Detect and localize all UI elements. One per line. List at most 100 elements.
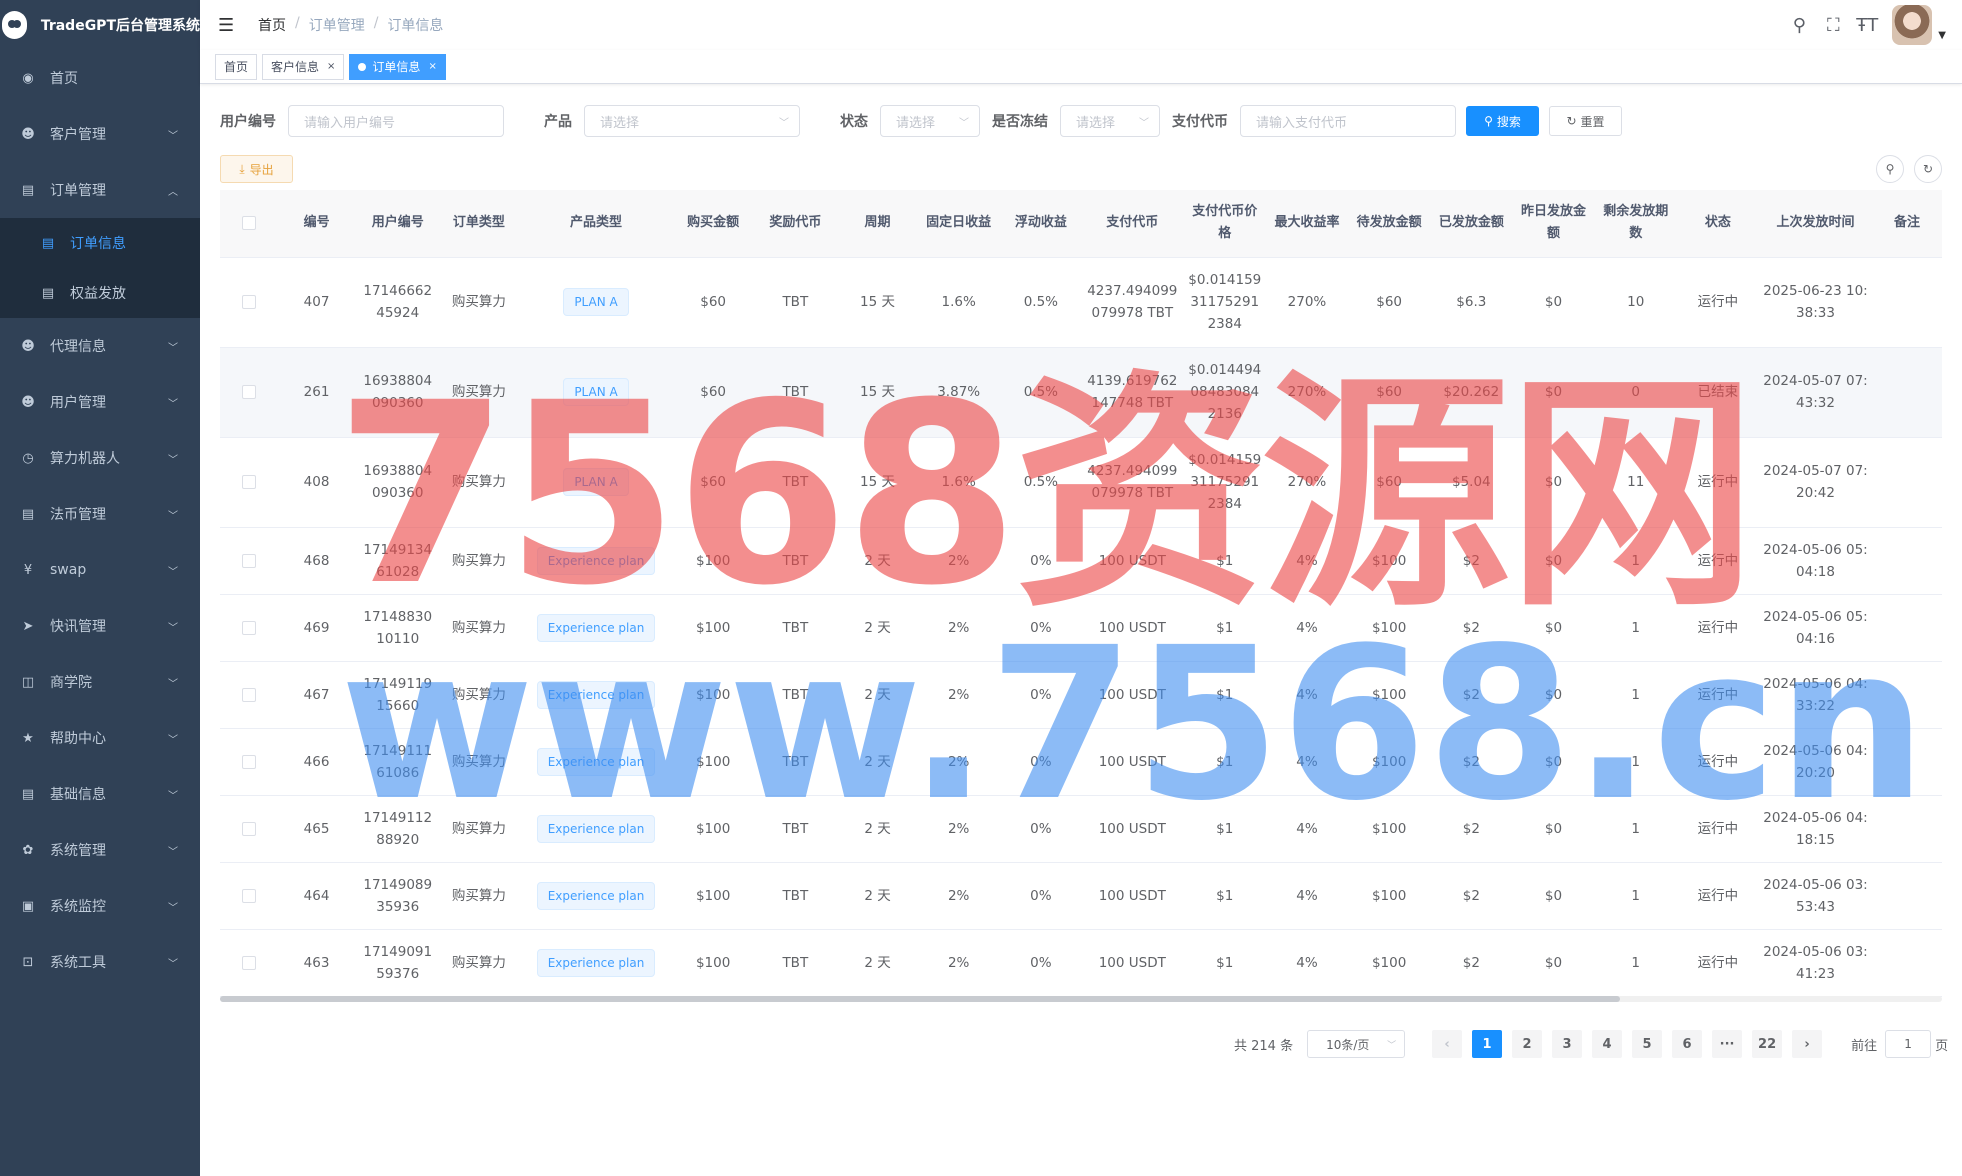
table-row[interactable]: 408 16938804090360 购买算力 PLAN A $60 TBT 15 天 1.6… bbox=[220, 437, 1942, 528]
fullscreen-icon[interactable]: ⛶ bbox=[1816, 15, 1850, 36]
row-checkbox[interactable] bbox=[241, 295, 256, 309]
placeholder: 请选择 bbox=[600, 115, 640, 131]
page-number-button[interactable]: 2 bbox=[1512, 1030, 1543, 1058]
table-row[interactable]: 465 1714911288920 购买算力 Experience plan $100 T… bbox=[220, 795, 1942, 863]
page-number-button[interactable]: 1 bbox=[1472, 1030, 1503, 1058]
breadcrumb-item[interactable]: 首页 bbox=[258, 15, 286, 35]
pagination: 共 214 条 10条/页 ﹀ ‹ 1 2 3 4 5 6 ··· 22 › 前往 1 页 bbox=[1234, 1030, 1948, 1058]
table-cell: 4% bbox=[1265, 527, 1349, 595]
sidebar-item-label: 商学院 bbox=[50, 675, 92, 691]
select-all-checkbox[interactable] bbox=[241, 215, 256, 230]
table-cell: $1 bbox=[1183, 862, 1266, 930]
hamburger-icon[interactable]: ☰ bbox=[218, 15, 234, 36]
column-header: 上次发放时间 bbox=[1758, 190, 1872, 258]
table-row[interactable]: 469 1714883010110 购买算力 Experience plan $100 T… bbox=[220, 594, 1942, 662]
sidebar-item[interactable]: ➤ 快讯管理 ﹀ bbox=[0, 598, 200, 654]
sidebar-item[interactable]: ☻ 客户管理 ﹀ bbox=[0, 106, 200, 162]
table-row[interactable]: 261 16938804090360 购买算力 PLAN A $60 TBT 15 天 3.8… bbox=[220, 347, 1942, 438]
sidebar-item[interactable]: ★ 帮助中心 ﹀ bbox=[0, 710, 200, 766]
pay-token-input[interactable]: 请输入支付代币 bbox=[1240, 105, 1456, 137]
table-cell: 16938804090360 bbox=[355, 437, 440, 528]
page-number-button[interactable]: 5 bbox=[1632, 1030, 1663, 1058]
sidebar-subitem[interactable]: ▤ 权益发放 bbox=[0, 268, 200, 318]
sidebar-item[interactable]: ◫ 商学院 ﹀ bbox=[0, 654, 200, 710]
sidebar-item[interactable]: ✿ 系统管理 ﹀ bbox=[0, 822, 200, 878]
table-cell: 2% bbox=[916, 795, 1001, 863]
scrollbar-thumb[interactable] bbox=[220, 996, 1620, 1002]
caret-down-icon[interactable]: ▼ bbox=[1938, 30, 1946, 41]
close-icon[interactable]: × bbox=[428, 55, 436, 79]
tag-order-info[interactable]: 订单信息 × bbox=[349, 53, 446, 80]
table-cell: $60 bbox=[1348, 257, 1431, 348]
toggle-search-button[interactable]: ⚲ bbox=[1876, 155, 1904, 183]
tag-home[interactable]: 首页 bbox=[215, 53, 258, 80]
logo[interactable]: TradeGPT后台管理系统 bbox=[0, 0, 200, 50]
sidebar-item[interactable]: ▤ 基础信息 ﹀ bbox=[0, 766, 200, 822]
row-checkbox[interactable] bbox=[241, 821, 256, 836]
search-button[interactable]: ⚲ 搜索 bbox=[1466, 106, 1539, 136]
page-number-button[interactable]: 3 bbox=[1552, 1030, 1583, 1058]
page-size-select[interactable]: 10条/页 ﹀ bbox=[1307, 1030, 1406, 1058]
row-checkbox[interactable] bbox=[241, 888, 256, 903]
sidebar-item[interactable]: ◷ 算力机器人 ﹀ bbox=[0, 430, 200, 486]
table-cell: $100 bbox=[674, 862, 753, 930]
column-header: 购买金额 bbox=[674, 190, 753, 258]
export-button[interactable]: ⤓ 导出 bbox=[220, 155, 293, 183]
more-pages-button[interactable]: ··· bbox=[1712, 1030, 1743, 1058]
sidebar-item[interactable]: ⊡ 系统工具 ﹀ bbox=[0, 934, 200, 990]
breadcrumb-item[interactable]: 订单管理 bbox=[309, 15, 365, 35]
sidebar-item[interactable]: ▤ 法币管理 ﹀ bbox=[0, 486, 200, 542]
product-select[interactable]: 请选择 ﹀ bbox=[584, 105, 800, 137]
row-checkbox[interactable] bbox=[241, 475, 256, 489]
row-checkbox[interactable] bbox=[241, 385, 256, 399]
table-cell: 1714908935936 bbox=[355, 862, 440, 930]
table-cell: 408 bbox=[277, 437, 356, 528]
sidebar-subitem[interactable]: ▤ 订单信息 bbox=[0, 218, 200, 268]
page-number-button[interactable]: 6 bbox=[1672, 1030, 1703, 1058]
next-page-button[interactable]: › bbox=[1792, 1030, 1823, 1058]
table-cell: 2% bbox=[916, 594, 1001, 662]
sidebar-item[interactable]: ¥ swap ﹀ bbox=[0, 542, 200, 598]
sidebar-item[interactable]: ▣ 系统监控 ﹀ bbox=[0, 878, 200, 934]
document-icon: ▤ bbox=[41, 285, 55, 301]
row-checkbox[interactable] bbox=[241, 553, 256, 568]
tag-label: 订单信息 bbox=[372, 59, 421, 74]
table-row[interactable]: 407 1714666245924 购买算力 PLAN A $60 TBT 15 天 1.6%… bbox=[220, 257, 1942, 348]
table-row[interactable]: 464 1714908935936 购买算力 Experience plan $100 T… bbox=[220, 862, 1942, 930]
table-row[interactable]: 468 1714913461028 购买算力 Experience plan $100 T… bbox=[220, 527, 1942, 595]
row-checkbox[interactable] bbox=[241, 754, 256, 769]
column-header: 最大收益率 bbox=[1265, 190, 1349, 258]
goto-page-input[interactable]: 1 bbox=[1885, 1030, 1932, 1058]
table-cell: TBT bbox=[752, 527, 839, 595]
yen-icon: ¥ bbox=[23, 562, 33, 578]
status-select[interactable]: 请选择 ﹀ bbox=[880, 105, 980, 137]
sidebar-item[interactable]: ☻ 代理信息 ﹀ bbox=[0, 318, 200, 374]
sidebar-item[interactable]: ◉ 首页 bbox=[0, 50, 200, 106]
search-icon[interactable]: ⚲ bbox=[1782, 15, 1816, 36]
prev-page-button[interactable]: ‹ bbox=[1432, 1030, 1463, 1058]
row-checkbox[interactable] bbox=[241, 955, 256, 970]
user-id-input[interactable]: 请输入用户编号 bbox=[288, 105, 504, 137]
close-icon[interactable]: × bbox=[327, 55, 335, 79]
tag-customer-info[interactable]: 客户信息 × bbox=[262, 53, 345, 80]
reset-button[interactable]: ↻ 重置 bbox=[1549, 106, 1622, 136]
horizontal-scrollbar[interactable] bbox=[220, 996, 1942, 1002]
avatar[interactable] bbox=[1892, 5, 1933, 45]
table-cell: 100 USDT bbox=[1080, 661, 1184, 729]
frozen-select[interactable]: 请选择 ﹀ bbox=[1060, 105, 1160, 137]
font-size-icon[interactable]: ŦT bbox=[1850, 15, 1884, 36]
table-cell: 4237.494099079978 TBT bbox=[1080, 257, 1184, 348]
table-row[interactable]: 467 1714911915660 购买算力 Experience plan $100 T… bbox=[220, 661, 1942, 729]
refresh-button[interactable]: ↻ bbox=[1914, 155, 1942, 183]
page-number-button[interactable]: 4 bbox=[1592, 1030, 1623, 1058]
row-checkbox[interactable] bbox=[241, 620, 256, 635]
sidebar-item[interactable]: ☻ 用户管理 ﹀ bbox=[0, 374, 200, 430]
row-checkbox[interactable] bbox=[241, 687, 256, 702]
table-cell: $2 bbox=[1430, 728, 1513, 796]
table-row[interactable]: 463 1714909159376 购买算力 Experience plan $100 T… bbox=[220, 929, 1942, 997]
table-cell: PLAN A bbox=[517, 347, 675, 438]
table-row[interactable]: 466 1714911161086 购买算力 Experience plan $100 T… bbox=[220, 728, 1942, 796]
chevron-down-icon: ﹀ bbox=[168, 566, 178, 578]
sidebar-item[interactable]: ▤ 订单管理 ︿ bbox=[0, 162, 200, 218]
page-number-button[interactable]: 22 bbox=[1752, 1030, 1783, 1058]
